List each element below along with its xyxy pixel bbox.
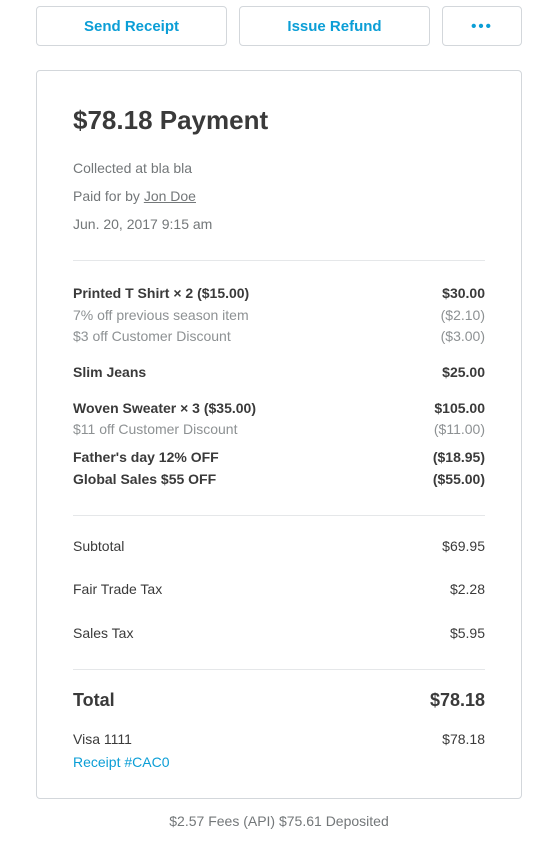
fees-deposited-footer: $2.57 Fees (API) $75.61 Deposited [36, 813, 522, 829]
action-bar: Send Receipt Issue Refund ••• [36, 6, 522, 46]
item-amount: $25.00 [442, 362, 485, 384]
item-name: Slim Jeans [73, 362, 146, 384]
receipt-card: $78.18 Payment Collected at bla bla Paid… [36, 70, 522, 799]
subtotal-amount: $69.95 [442, 536, 485, 558]
grand-total-amount: $78.18 [430, 690, 485, 711]
divider [73, 669, 485, 670]
line-item: Woven Sweater × 3 ($35.00)$105.00$11 off… [73, 398, 485, 441]
discount-label: 7% off previous season item [73, 305, 249, 327]
line-item-discount: $11 off Customer Discount ($11.00) [73, 419, 485, 441]
tax-label: Fair Trade Tax [73, 579, 162, 601]
paid-prefix: Paid for by [73, 188, 144, 204]
line-items: Printed T Shirt × 2 ($15.00)$30.007% off… [73, 283, 485, 441]
grand-total-row: Total $78.18 [73, 690, 485, 711]
order-discount-row: Father's day 12% OFF ($18.95) [73, 447, 485, 469]
totals-section: Subtotal $69.95 Fair Trade Tax $2.28 Sal… [73, 536, 485, 645]
line-item: Printed T Shirt × 2 ($15.00)$30.007% off… [73, 283, 485, 348]
payment-datetime: Jun. 20, 2017 9:15 am [73, 216, 485, 232]
order-discount-amount: ($55.00) [433, 469, 485, 491]
divider [73, 260, 485, 261]
discount-label: $11 off Customer Discount [73, 419, 237, 441]
order-discount-row: Global Sales $55 OFF ($55.00) [73, 469, 485, 491]
collected-at-line: Collected at bla bla [73, 160, 485, 176]
line-item-discount: $3 off Customer Discount ($3.00) [73, 326, 485, 348]
item-amount: $105.00 [434, 398, 485, 420]
tax-row: Fair Trade Tax $2.28 [73, 579, 485, 601]
grand-total-label: Total [73, 690, 115, 711]
payment-title: $78.18 Payment [73, 105, 485, 136]
tax-amount: $5.95 [450, 623, 485, 645]
tax-amount: $2.28 [450, 579, 485, 601]
issue-refund-button[interactable]: Issue Refund [239, 6, 430, 46]
line-item-main: Woven Sweater × 3 ($35.00) $105.00 [73, 398, 485, 420]
line-item: Slim Jeans $25.00 [73, 362, 485, 384]
payer-link[interactable]: Jon Doe [144, 188, 196, 204]
paid-by-line: Paid for by Jon Doe [73, 188, 485, 204]
item-amount: $30.00 [442, 283, 485, 305]
order-discount-label: Global Sales $55 OFF [73, 469, 216, 491]
line-item-discount: 7% off previous season item ($2.10) [73, 305, 485, 327]
tax-label: Sales Tax [73, 623, 133, 645]
collected-prefix: Collected at [73, 160, 151, 176]
collected-location: bla bla [151, 160, 192, 176]
discount-amount: ($11.00) [434, 419, 485, 441]
discount-amount: ($2.10) [441, 305, 485, 327]
discount-label: $3 off Customer Discount [73, 326, 231, 348]
item-name: Woven Sweater × 3 ($35.00) [73, 398, 256, 420]
tender-section: Visa 1111 $78.18 Receipt #CAC0 [73, 729, 485, 771]
more-actions-button[interactable]: ••• [442, 6, 522, 46]
order-discount-label: Father's day 12% OFF [73, 447, 219, 469]
line-item-main: Printed T Shirt × 2 ($15.00) $30.00 [73, 283, 485, 305]
order-discounts: Father's day 12% OFF($18.95)Global Sales… [73, 447, 485, 490]
subtotal-label: Subtotal [73, 536, 124, 558]
subtotal-row: Subtotal $69.95 [73, 536, 485, 558]
receipt-link[interactable]: Receipt #CAC0 [73, 754, 485, 770]
divider [73, 515, 485, 516]
tender-row: Visa 1111 $78.18 [73, 729, 485, 751]
tender-method: Visa 1111 [73, 729, 132, 751]
order-discount-amount: ($18.95) [433, 447, 485, 469]
tender-amount: $78.18 [442, 729, 485, 751]
tax-row: Sales Tax $5.95 [73, 623, 485, 645]
send-receipt-button[interactable]: Send Receipt [36, 6, 227, 46]
item-name: Printed T Shirt × 2 ($15.00) [73, 283, 249, 305]
line-item-main: Slim Jeans $25.00 [73, 362, 485, 384]
discount-amount: ($3.00) [441, 326, 485, 348]
